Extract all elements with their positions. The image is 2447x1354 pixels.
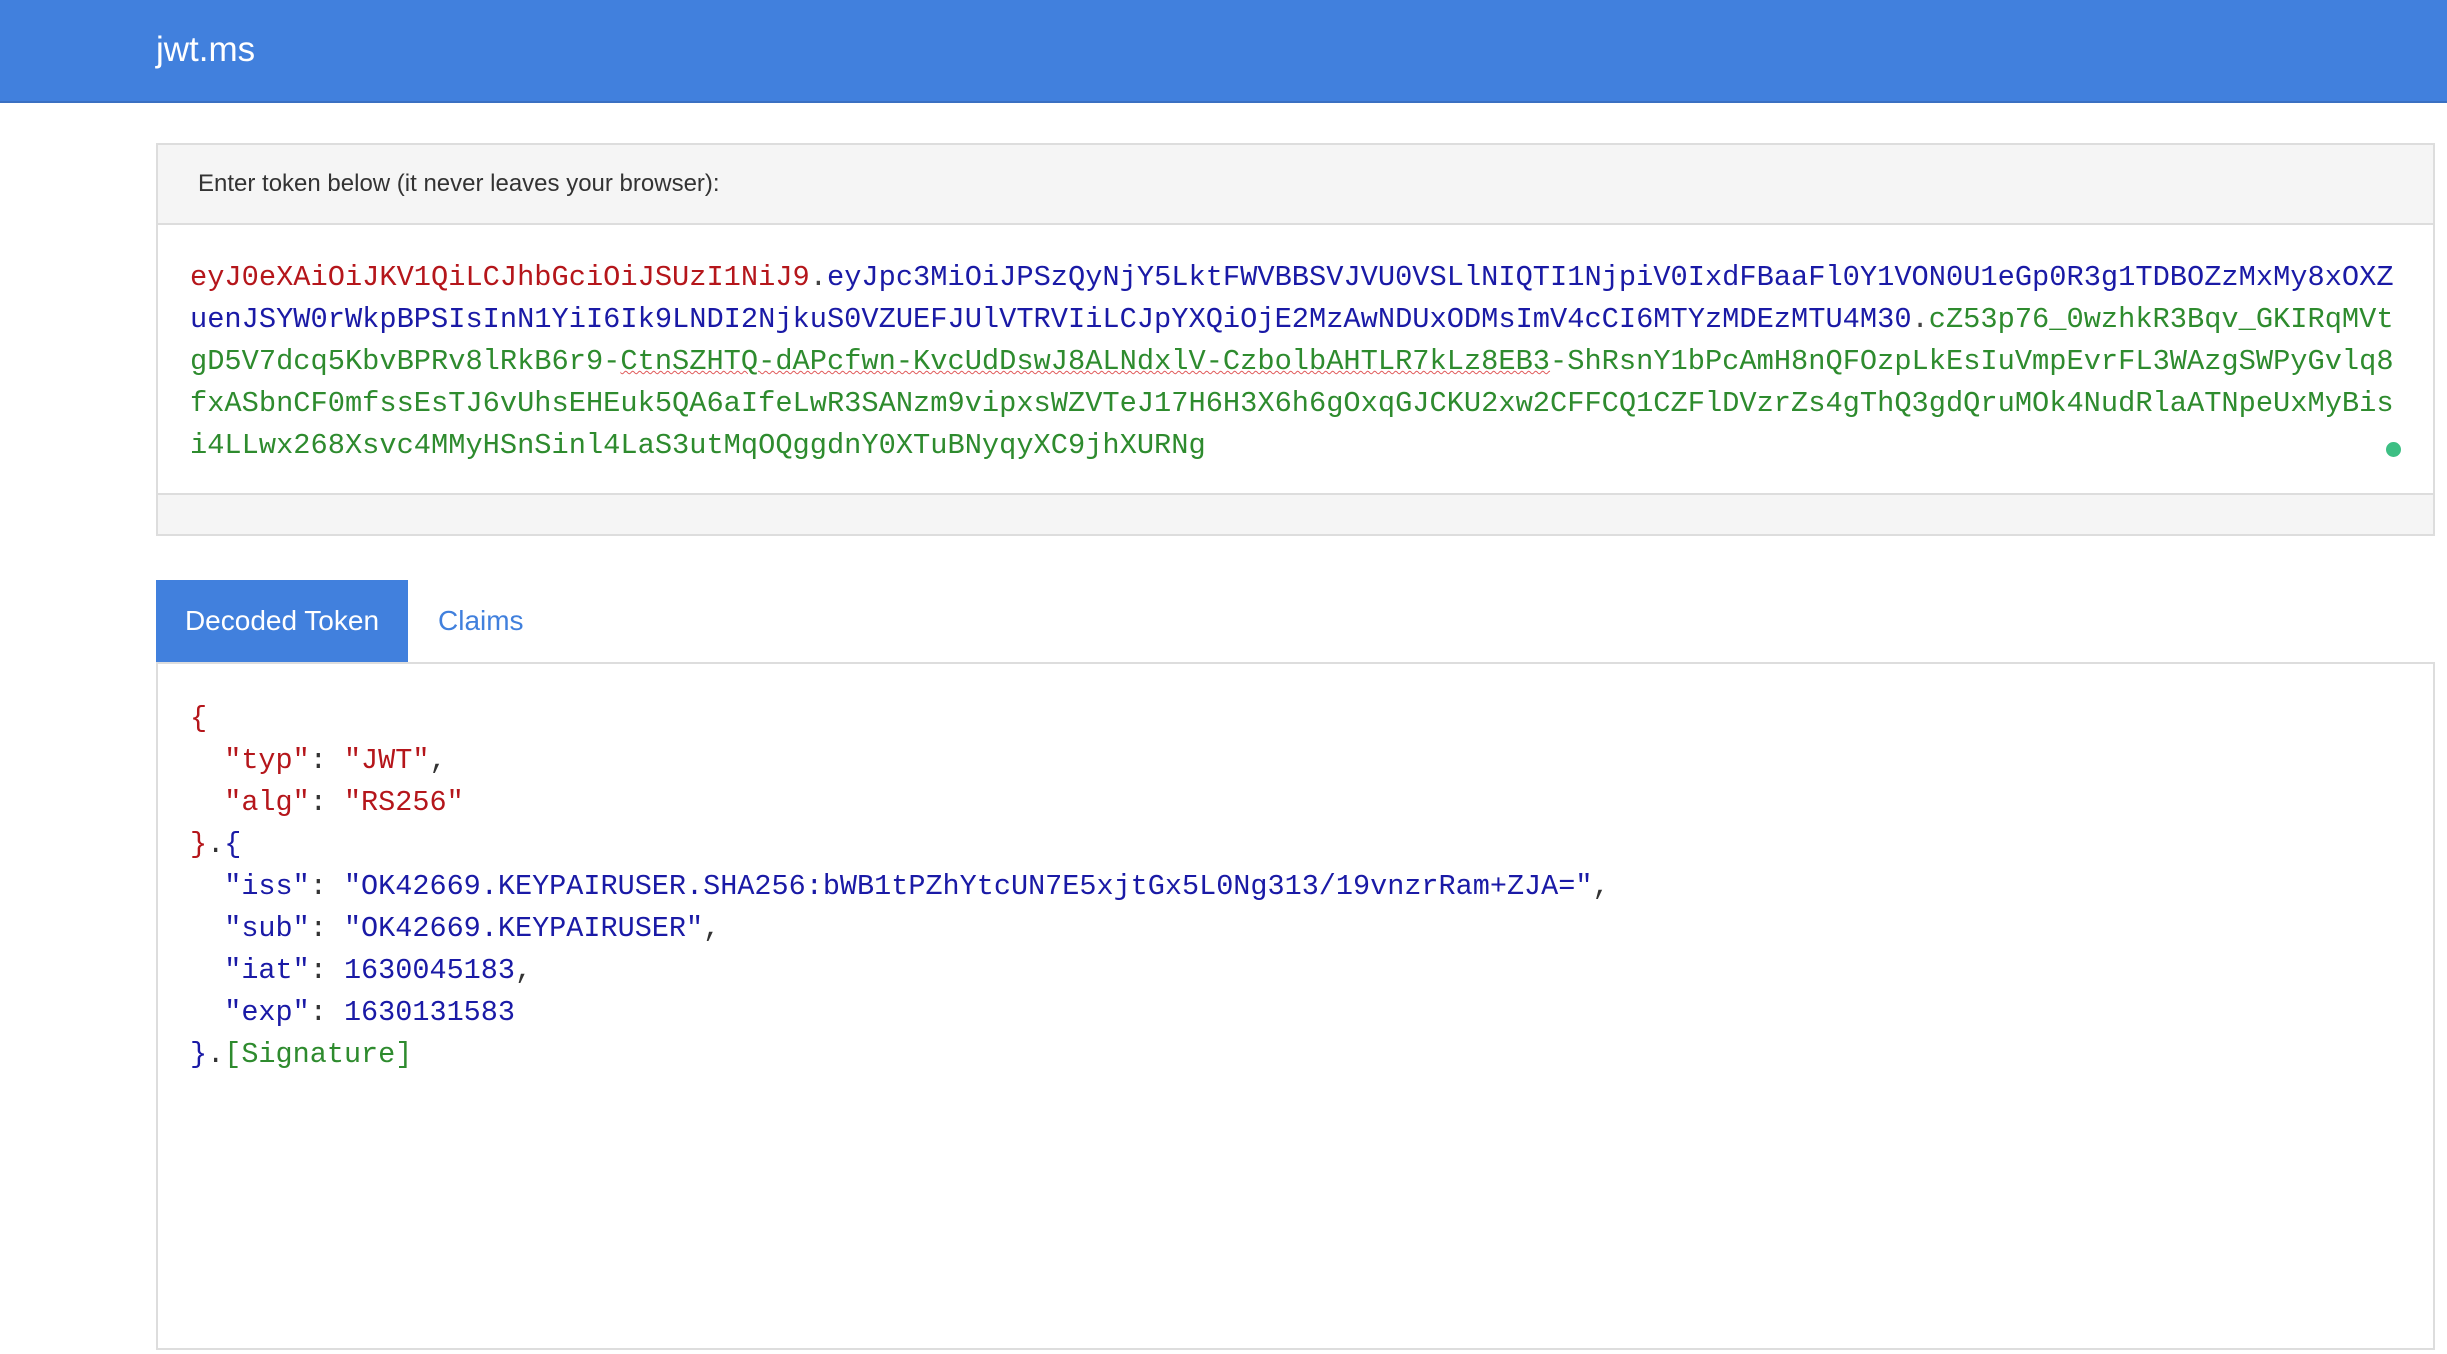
json-key: "typ"	[224, 744, 310, 777]
json-key: "alg"	[224, 786, 310, 819]
json-header-close-brace: }	[190, 828, 208, 861]
json-key: "iat"	[224, 954, 310, 987]
json-value: "JWT"	[343, 744, 430, 777]
json-header-open-brace: {	[190, 702, 208, 735]
json-payload-close-brace: }	[190, 1038, 208, 1071]
json-value: "RS256"	[343, 786, 464, 819]
json-value: 1630045183	[343, 954, 515, 987]
token-dot: .	[809, 261, 827, 294]
tab-decoded-token[interactable]: Decoded Token	[156, 580, 408, 662]
decoded-json: { "typ": "JWT", "alg": "RS256" }.{ "iss"…	[190, 698, 1610, 1076]
token-status-indicator	[2386, 442, 2401, 457]
decoded-token-panel: { "typ": "JWT", "alg": "RS256" }.{ "iss"…	[156, 662, 2435, 1350]
json-colon: :	[309, 912, 344, 945]
json-key: "exp"	[224, 996, 310, 1029]
token-textarea[interactable]: eyJ0eXAiOiJKV1QiLCJhbGciOiJSUzI1NiJ9.eyJ…	[190, 257, 2402, 467]
json-key: "iss"	[224, 870, 310, 903]
json-colon: :	[309, 744, 344, 777]
json-comma: ,	[514, 954, 533, 987]
json-join-dot: .	[207, 1038, 225, 1071]
navbar: jwt.ms	[0, 0, 2447, 103]
json-value: 1630131583	[343, 996, 515, 1029]
token-dot: .	[1911, 303, 1929, 336]
token-input-area[interactable]: eyJ0eXAiOiJKV1QiLCJhbGciOiJSUzI1NiJ9.eyJ…	[158, 225, 2433, 497]
json-comma: ,	[1592, 870, 1610, 903]
json-colon: :	[309, 996, 344, 1029]
tab-claims[interactable]: Claims	[438, 580, 524, 662]
token-panel-footer	[158, 493, 2433, 534]
json-join-dot: .	[207, 828, 225, 861]
token-instructions: Enter token below (it never leaves your …	[198, 170, 720, 197]
token-panel-heading: Enter token below (it never leaves your …	[158, 145, 2433, 225]
json-signature-placeholder: [Signature]	[224, 1038, 413, 1071]
json-value: "OK42669.KEYPAIRUSER.SHA256:bWB1tPZhYtcU…	[343, 870, 1593, 903]
json-colon: :	[309, 786, 344, 819]
json-colon: :	[309, 954, 344, 987]
json-key: "sub"	[224, 912, 310, 945]
json-colon: :	[309, 870, 344, 903]
token-signature-spellcheck-flag: CtnSZHTQ-dAPcfwn-KvcUdDswJ8ALNdxlV-Czbol…	[620, 345, 1551, 378]
json-value: "OK42669.KEYPAIRUSER"	[343, 912, 704, 945]
token-header-segment: eyJ0eXAiOiJKV1QiLCJhbGciOiJSUzI1NiJ9	[190, 261, 810, 294]
brand-logo[interactable]: jwt.ms	[156, 30, 255, 70]
json-comma: ,	[429, 744, 447, 777]
json-comma: ,	[703, 912, 721, 945]
json-payload-open-brace: {	[224, 828, 242, 861]
token-input-panel: Enter token below (it never leaves your …	[156, 143, 2435, 536]
